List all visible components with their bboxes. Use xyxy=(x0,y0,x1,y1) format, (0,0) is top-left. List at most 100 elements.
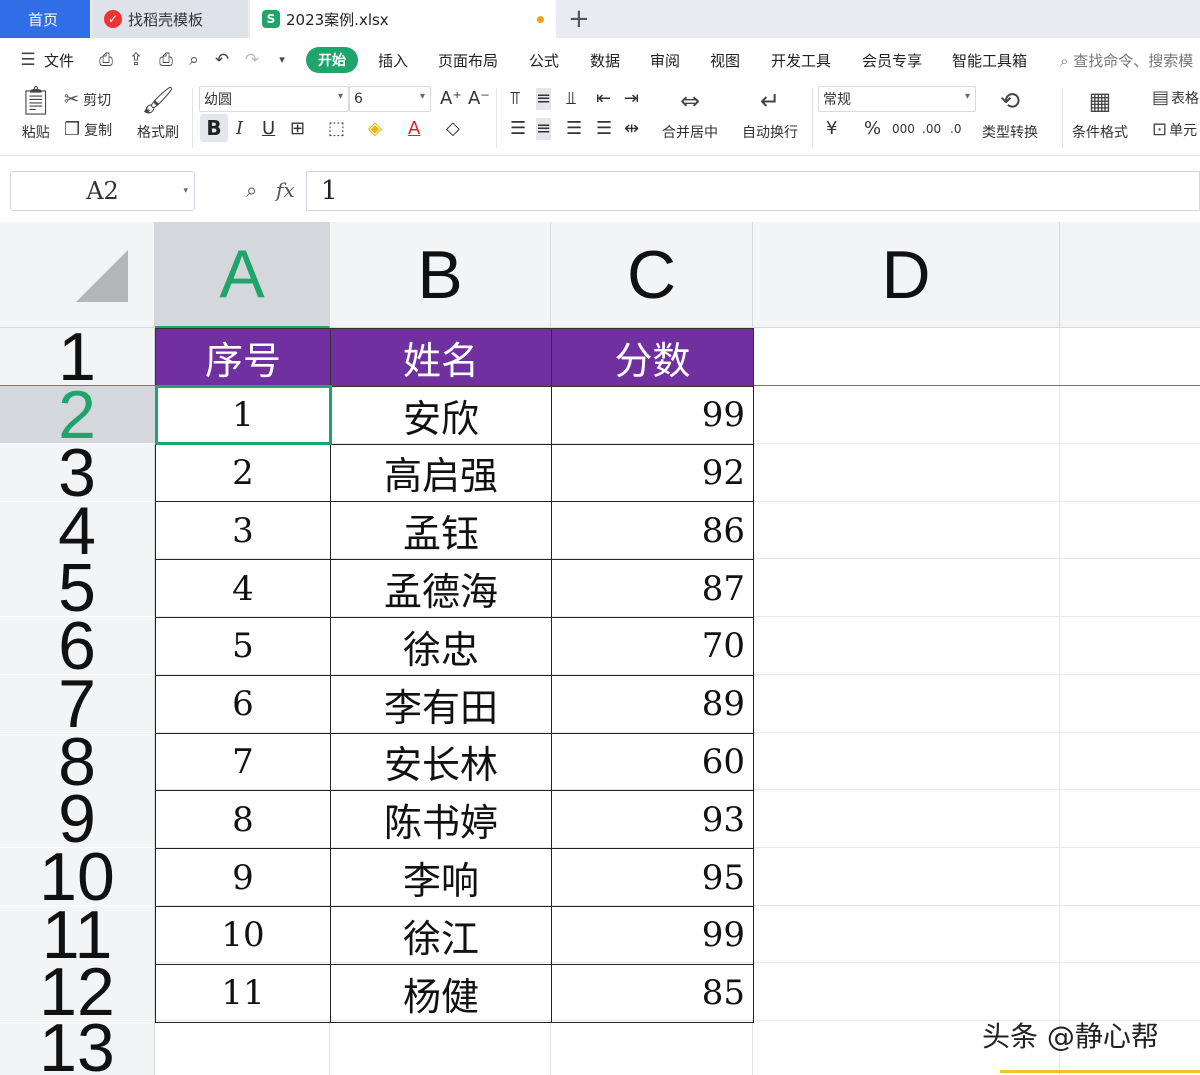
tab-template[interactable]: ✓ 找稻壳模板 xyxy=(92,0,248,38)
menu-file[interactable]: 文件 xyxy=(44,50,74,71)
quick-access-more-icon[interactable]: ▾ xyxy=(272,50,292,70)
cell-index[interactable]: 1 xyxy=(154,385,332,446)
align-right-icon[interactable]: ☰ xyxy=(566,118,582,140)
decrease-indent-icon[interactable]: ⇤ xyxy=(596,88,611,110)
menu-developer[interactable]: 开发工具 xyxy=(771,50,831,71)
hamburger-icon[interactable]: ☰ xyxy=(18,50,38,70)
font-name-select[interactable]: 幼圆 ▾ xyxy=(199,86,349,112)
cell-index[interactable]: 3 xyxy=(155,501,331,561)
cell-index[interactable]: 10 xyxy=(155,905,331,965)
cell-index[interactable]: 9 xyxy=(155,848,331,907)
command-search[interactable]: ⌕ 查找命令、搜索模 xyxy=(1060,50,1193,71)
header-cell-index[interactable]: 序号 xyxy=(155,328,331,387)
cell-score[interactable]: 99 xyxy=(551,905,754,965)
cell-score[interactable]: 87 xyxy=(551,559,754,618)
clear-format-icon[interactable]: ◇ xyxy=(446,118,460,140)
thousands-icon[interactable]: 000 xyxy=(892,118,915,140)
cell-name[interactable]: 孟钰 xyxy=(330,501,552,561)
cell-score[interactable]: 93 xyxy=(551,790,754,850)
redo-icon[interactable]: ↷ xyxy=(242,50,262,70)
cell-name[interactable]: 安欣 xyxy=(330,385,552,445)
menu-review[interactable]: 审阅 xyxy=(650,50,680,71)
menu-insert[interactable]: 插入 xyxy=(378,50,408,71)
cell-name[interactable]: 李响 xyxy=(330,848,552,907)
empty-row[interactable] xyxy=(155,1021,753,1075)
cell-index[interactable]: 8 xyxy=(155,790,331,850)
cell-index[interactable]: 2 xyxy=(155,443,331,503)
cell-name[interactable]: 徐江 xyxy=(330,905,552,965)
horizontal-scrollbar[interactable] xyxy=(1000,1070,1200,1073)
export-icon[interactable]: ⇪ xyxy=(126,50,146,70)
align-middle-icon[interactable]: ≡ xyxy=(536,88,552,110)
tab-home[interactable]: 首页 xyxy=(0,0,90,38)
undo-icon[interactable]: ↶ xyxy=(212,50,232,70)
cell-score[interactable]: 85 xyxy=(551,963,754,1023)
column-header-e[interactable] xyxy=(1060,222,1200,328)
cell-name[interactable]: 安长林 xyxy=(330,732,552,792)
conditional-format-button[interactable]: ▦ 条件格式 xyxy=(1072,86,1128,142)
cell-index[interactable]: 6 xyxy=(155,674,331,734)
column-header-b[interactable]: B xyxy=(330,222,551,328)
cell-name[interactable]: 陈书婷 xyxy=(330,790,552,850)
save-icon[interactable]: ⎙ xyxy=(96,50,116,70)
menu-formulas[interactable]: 公式 xyxy=(529,50,559,71)
column-header-d[interactable]: D xyxy=(753,222,1060,328)
font-size-select[interactable]: 6 ▾ xyxy=(349,86,431,112)
cell-index[interactable]: 4 xyxy=(155,559,331,618)
paste-button[interactable]: 📋︎ 粘贴 xyxy=(18,86,54,142)
underline-button[interactable]: U xyxy=(262,118,275,140)
menu-member[interactable]: 会员专享 xyxy=(862,50,922,71)
cell-button[interactable]: ⊡ 单元 xyxy=(1152,120,1197,140)
cell-score[interactable]: 70 xyxy=(551,616,754,676)
table-style-button[interactable]: ▤ 表格 xyxy=(1152,88,1199,108)
select-all-corner[interactable] xyxy=(0,222,155,328)
cell-name[interactable]: 高启强 xyxy=(330,443,552,503)
decrease-font-icon[interactable]: A⁻ xyxy=(468,88,490,110)
border-icon[interactable]: ⊞ xyxy=(290,118,305,140)
menu-data[interactable]: 数据 xyxy=(590,50,620,71)
font-color-button[interactable]: A xyxy=(408,118,420,140)
italic-button[interactable]: I xyxy=(236,118,243,140)
cut-button[interactable]: ✂ 剪切 xyxy=(64,90,111,110)
cell-name[interactable]: 孟德海 xyxy=(330,559,552,618)
align-center-icon[interactable]: ≡ xyxy=(536,118,552,140)
decrease-decimal-icon[interactable]: .0 xyxy=(950,118,961,140)
formula-input[interactable]: 1 xyxy=(306,171,1200,211)
new-tab-button[interactable]: + xyxy=(568,4,590,34)
fill-effect-icon[interactable]: ⬚ xyxy=(328,118,345,140)
increase-indent-icon[interactable]: ⇥ xyxy=(624,88,639,110)
wrap-text-button[interactable]: ↵ 自动换行 xyxy=(742,86,798,142)
merge-center-button[interactable]: ⇔ 合并居中 xyxy=(662,86,718,142)
column-header-c[interactable]: C xyxy=(551,222,753,328)
type-convert-button[interactable]: ⟲ 类型转换 xyxy=(982,86,1038,142)
align-left-icon[interactable]: ☰ xyxy=(510,118,526,140)
bold-button[interactable]: B xyxy=(200,114,228,142)
currency-icon[interactable]: ¥ xyxy=(826,118,837,140)
align-top-icon[interactable]: ⫪ xyxy=(510,88,520,110)
insert-function-button[interactable]: fx xyxy=(276,178,295,202)
cell-name[interactable]: 徐忠 xyxy=(330,616,552,676)
cell-score[interactable]: 95 xyxy=(551,848,754,907)
cell-score[interactable]: 60 xyxy=(551,732,754,792)
cell-index[interactable]: 5 xyxy=(155,616,331,676)
percent-icon[interactable]: % xyxy=(864,118,881,140)
menu-start[interactable]: 开始 xyxy=(306,47,358,73)
cell-index[interactable]: 11 xyxy=(155,963,331,1023)
name-box[interactable]: A2 ▾ xyxy=(10,171,195,211)
justify-icon[interactable]: ☰ xyxy=(596,118,612,140)
cell-index[interactable]: 7 xyxy=(155,732,331,792)
menu-smart-toolbox[interactable]: 智能工具箱 xyxy=(952,50,1027,71)
tab-file[interactable]: S 2023案例.xlsx xyxy=(250,0,556,38)
fill-color-icon[interactable]: ◈ xyxy=(368,118,382,140)
cell-score[interactable]: 89 xyxy=(551,674,754,734)
increase-font-icon[interactable]: A⁺ xyxy=(440,88,462,110)
cell-name[interactable]: 杨健 xyxy=(330,963,552,1023)
print-icon[interactable]: ⎙ xyxy=(156,50,176,70)
cell-score[interactable]: 99 xyxy=(551,385,754,445)
row-header-13[interactable]: 13 xyxy=(0,1014,155,1075)
header-cell-score[interactable]: 分数 xyxy=(551,328,754,387)
distributed-icon[interactable]: ⇹ xyxy=(624,118,639,140)
header-cell-name[interactable]: 姓名 xyxy=(330,328,552,387)
copy-button[interactable]: ❐ 复制 xyxy=(64,120,112,140)
menu-page-layout[interactable]: 页面布局 xyxy=(438,50,498,71)
